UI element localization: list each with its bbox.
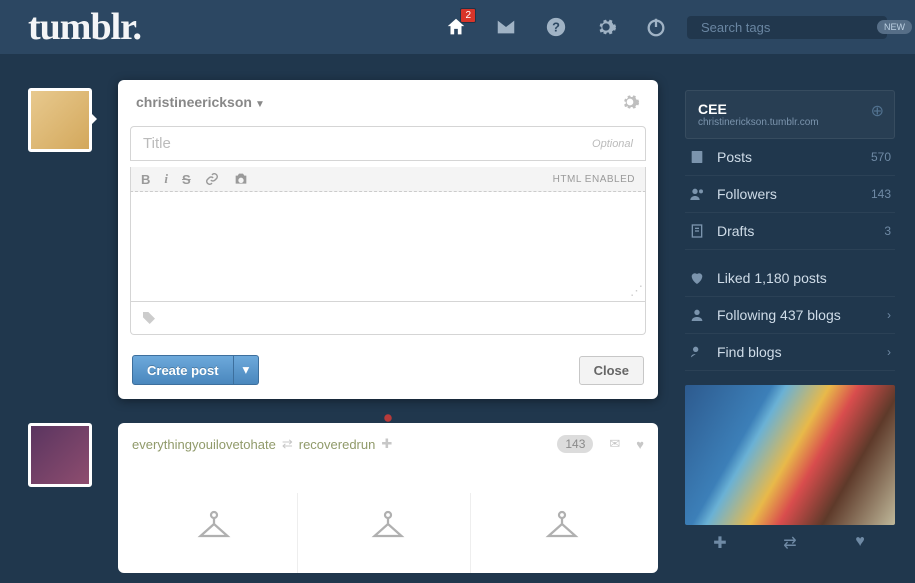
power-icon[interactable] (645, 16, 667, 38)
search-input[interactable] (701, 20, 877, 35)
sidebar-item-label: Liked 1,180 posts (717, 270, 827, 286)
feed-post: everythingyouilovetohate ⇄ recoveredrun … (118, 423, 658, 573)
posts-count: 570 (871, 150, 891, 164)
italic-button[interactable]: i (164, 171, 168, 187)
post-title-input[interactable] (143, 135, 592, 152)
feed-source-link[interactable]: everythingyouilovetohate (132, 437, 276, 452)
sidebar-item-followers[interactable]: Followers 143 (685, 176, 895, 213)
note-count-badge[interactable]: 143 (557, 435, 593, 453)
link-button[interactable] (205, 172, 219, 186)
reblog-icon: ⇄ (282, 436, 293, 452)
feed-avatar[interactable] (28, 423, 92, 487)
drafts-count: 3 (884, 224, 891, 238)
share-icon[interactable]: ✉ (609, 436, 620, 452)
main-column: christineerickson▼ Optional B i S HTML E… (28, 80, 668, 573)
close-button[interactable]: Close (579, 356, 644, 385)
sidebar-item-drafts[interactable]: Drafts 3 (685, 213, 895, 250)
sidebar-item-label: Following 437 blogs (717, 307, 841, 323)
optional-label: Optional (592, 138, 633, 150)
compose-header: christineerickson▼ (118, 80, 658, 120)
find-blogs-icon (689, 344, 709, 360)
heart-icon (689, 270, 709, 286)
chevron-right-icon: › (887, 345, 891, 359)
pin-icon (379, 409, 397, 433)
sidebar-item-label: Posts (717, 149, 752, 165)
settings-icon[interactable] (595, 16, 617, 38)
account-url: christinerickson.tumblr.com (698, 117, 882, 128)
bold-button[interactable]: B (141, 172, 150, 187)
rec-reblog-button[interactable]: ⇄ (755, 525, 825, 561)
account-card[interactable]: CEE christinerickson.tumblr.com ⊕ (685, 90, 895, 139)
recommended-blog-image[interactable] (685, 385, 895, 525)
blog-selector[interactable]: christineerickson▼ (136, 94, 265, 110)
posts-icon (689, 149, 709, 165)
drafts-icon (689, 223, 709, 239)
resize-grip-icon[interactable]: ⋰ (630, 283, 643, 299)
sidebar-item-label: Followers (717, 186, 777, 202)
sidebar-item-liked[interactable]: Liked 1,180 posts (685, 260, 895, 297)
editor-toolbar: B i S HTML ENABLED (130, 167, 646, 192)
recommended-actions: ✚ ⇄ ♥ (685, 525, 895, 561)
nav-icons: 2 ? (445, 16, 667, 38)
followers-count: 143 (871, 187, 891, 201)
photo-cell (132, 493, 298, 573)
tumblr-logo[interactable]: tumblr. (28, 5, 141, 49)
photo-cell (479, 493, 644, 573)
followers-icon (689, 186, 709, 202)
tag-icon (141, 310, 157, 326)
html-enabled-label: HTML ENABLED (553, 174, 635, 185)
rec-add-button[interactable]: ✚ (685, 525, 755, 561)
create-post-button[interactable]: Create post (132, 355, 234, 385)
rec-like-button[interactable]: ♥ (825, 525, 895, 561)
account-name: CEE (698, 101, 882, 117)
topbar: tumblr. 2 ? NEW (0, 0, 915, 54)
strike-button[interactable]: S (182, 172, 191, 187)
search-new-button[interactable]: NEW (877, 20, 912, 34)
sidebar-item-following[interactable]: Following 437 blogs › (685, 297, 895, 334)
help-icon[interactable]: ? (545, 16, 567, 38)
sidebar-item-label: Find blogs (717, 344, 782, 360)
feed-reblog-link[interactable]: recoveredrun (299, 437, 376, 452)
svg-text:?: ? (552, 20, 560, 35)
feed-photoset[interactable] (132, 493, 644, 573)
sidebar-item-label: Drafts (717, 223, 754, 239)
compose-settings-icon[interactable] (620, 92, 640, 112)
account-card-options-icon[interactable]: ⊕ (871, 101, 884, 121)
mail-icon[interactable] (495, 16, 517, 38)
follow-plus-icon[interactable]: ✚ (381, 436, 392, 452)
following-icon (689, 307, 709, 323)
chevron-down-icon: ▼ (255, 99, 265, 110)
notification-badge: 2 (460, 8, 476, 23)
sidebar: CEE christinerickson.tumblr.com ⊕ Posts … (685, 90, 895, 561)
home-icon[interactable]: 2 (445, 16, 467, 38)
search-box[interactable]: NEW (687, 16, 887, 39)
sidebar-item-find-blogs[interactable]: Find blogs › (685, 334, 895, 371)
sidebar-item-posts[interactable]: Posts 570 (685, 139, 895, 176)
post-body-area: ⋰ (130, 192, 646, 302)
post-body-input[interactable] (131, 192, 645, 301)
title-row: Optional (130, 126, 646, 161)
photo-cell (306, 493, 472, 573)
like-icon[interactable]: ♥ (636, 437, 644, 452)
create-post-dropdown[interactable]: ▾ (234, 355, 260, 385)
chevron-right-icon: › (887, 308, 891, 322)
create-post-group: Create post ▾ (132, 355, 259, 385)
compose-modal: christineerickson▼ Optional B i S HTML E… (118, 80, 658, 399)
user-avatar[interactable] (28, 88, 92, 152)
feed-header: everythingyouilovetohate ⇄ recoveredrun … (132, 435, 644, 453)
tag-row[interactable] (130, 302, 646, 335)
camera-button[interactable] (233, 171, 249, 187)
blog-selector-label: christineerickson (136, 94, 252, 110)
compose-footer: Create post ▾ Close (118, 347, 658, 399)
